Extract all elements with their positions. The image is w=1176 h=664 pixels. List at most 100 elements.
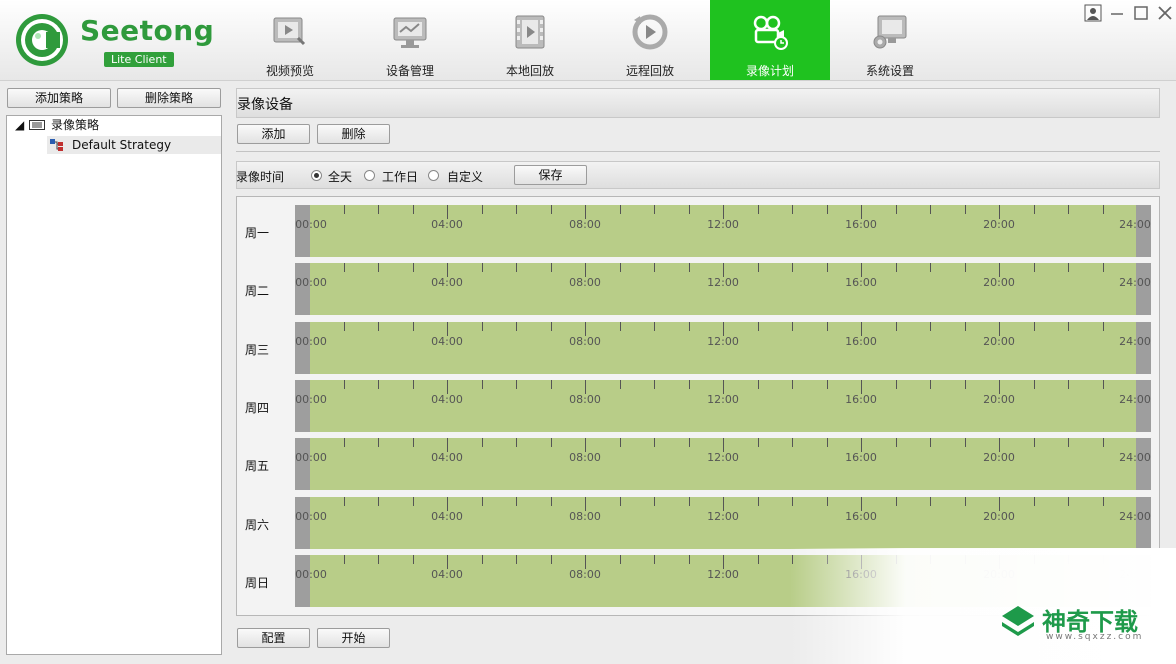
hour-label: 20:00 xyxy=(983,451,1015,464)
user-icon[interactable] xyxy=(1084,4,1102,22)
hour-label: 16:00 xyxy=(845,335,877,348)
tree-selected-row[interactable]: Default Strategy xyxy=(47,136,221,154)
tab-label: 设备管理 xyxy=(385,64,434,78)
radio-custom[interactable] xyxy=(428,170,439,181)
tree-expander[interactable]: ◢ xyxy=(15,116,24,134)
hour-tick xyxy=(585,205,586,219)
hour-tick xyxy=(516,497,517,506)
add-device-button[interactable]: 添加 xyxy=(237,124,310,144)
day-timeline-bar[interactable]: 00:00 04:00 08:00 12:00 16:00 20:00 24:00 xyxy=(295,205,1151,257)
record-plan-icon xyxy=(753,15,788,50)
hour-tick xyxy=(620,438,621,447)
hour-tick xyxy=(482,263,483,272)
hour-label: 20:00 xyxy=(983,510,1015,523)
hour-label: 16:00 xyxy=(845,393,877,406)
device-section-header: 录像设备 xyxy=(236,88,1160,118)
hour-tick xyxy=(482,380,483,389)
minimize-icon[interactable] xyxy=(1108,4,1126,22)
hour-tick xyxy=(723,497,724,511)
add-strategy-button[interactable]: 添加策略 xyxy=(7,88,111,108)
radio-workday[interactable] xyxy=(364,170,375,181)
hour-tick xyxy=(516,322,517,331)
watermark-url: www.sqxzz.com xyxy=(1046,632,1144,642)
app-logo: Seetong Lite Client xyxy=(14,12,214,72)
tab-label: 录像计划 xyxy=(745,64,794,78)
hour-tick xyxy=(861,438,862,452)
hour-tick xyxy=(689,380,690,389)
watermark-logo-icon xyxy=(1002,606,1034,636)
hour-tick xyxy=(413,205,414,214)
radio-workday-label[interactable]: 工作日 xyxy=(382,168,418,185)
hour-tick xyxy=(689,438,690,447)
hour-label: 00:00 xyxy=(295,335,327,348)
hour-tick xyxy=(999,380,1000,394)
divider xyxy=(236,151,1160,152)
hour-label: 24:00 xyxy=(1119,510,1151,523)
hour-label: 12:00 xyxy=(707,393,739,406)
tab-record-plan[interactable]: 录像计划 xyxy=(710,0,830,80)
hour-tick xyxy=(551,322,552,331)
hour-tick xyxy=(1103,438,1104,447)
tab-local-playback[interactable]: 本地回放 xyxy=(470,0,590,80)
hour-tick xyxy=(1068,497,1069,506)
tab-remote-playback[interactable]: 远程回放 xyxy=(590,0,710,80)
hour-tick xyxy=(999,438,1000,452)
hour-tick xyxy=(930,322,931,331)
hour-tick xyxy=(516,380,517,389)
hour-tick xyxy=(344,322,345,331)
tab-video-preview[interactable]: 视频预览 xyxy=(230,0,350,80)
close-icon[interactable] xyxy=(1156,4,1174,22)
config-button[interactable]: 配置 xyxy=(237,628,310,648)
hour-label: 00:00 xyxy=(295,393,327,406)
tab-device-manage[interactable]: 设备管理 xyxy=(350,0,470,80)
hour-tick xyxy=(413,380,414,389)
hour-tick xyxy=(1103,205,1104,214)
hour-label: 08:00 xyxy=(569,568,601,581)
hour-tick xyxy=(551,497,552,506)
radio-all-day[interactable] xyxy=(311,170,322,181)
day-timeline-bar[interactable]: 00:00 04:00 08:00 12:00 16:00 20:00 24:00 xyxy=(295,263,1151,315)
tab-settings[interactable]: 系统设置 xyxy=(830,0,950,80)
save-button[interactable]: 保存 xyxy=(514,165,587,185)
start-button[interactable]: 开始 xyxy=(317,628,390,648)
day-timeline-bar[interactable]: 00:00 04:00 08:00 12:00 16:00 20:00 24:00 xyxy=(295,438,1151,490)
hour-tick xyxy=(758,322,759,331)
hour-tick xyxy=(378,380,379,389)
timeline-edge-right xyxy=(1136,322,1151,374)
hour-tick xyxy=(344,438,345,447)
hour-tick xyxy=(1034,263,1035,272)
hour-tick xyxy=(447,263,448,277)
day-label: 周五 xyxy=(245,459,270,473)
hour-tick xyxy=(654,322,655,331)
delete-strategy-button[interactable]: 删除策略 xyxy=(117,88,221,108)
hour-tick xyxy=(482,438,483,447)
hour-tick xyxy=(930,438,931,447)
hour-tick xyxy=(378,322,379,331)
radio-custom-label[interactable]: 自定义 xyxy=(447,168,483,185)
hour-tick xyxy=(585,497,586,511)
hour-tick xyxy=(861,380,862,394)
hour-label: 04:00 xyxy=(431,568,463,581)
hour-label: 08:00 xyxy=(569,218,601,231)
delete-device-button[interactable]: 删除 xyxy=(317,124,390,144)
day-timeline-bar[interactable]: 00:00 04:00 08:00 12:00 16:00 20:00 24:00 xyxy=(295,322,1151,374)
seetong-logo-icon xyxy=(16,14,68,66)
hour-tick xyxy=(551,555,552,564)
hour-tick xyxy=(792,438,793,447)
radio-all-day-label[interactable]: 全天 xyxy=(328,168,352,185)
hour-tick xyxy=(620,380,621,389)
hour-tick xyxy=(482,205,483,214)
tree-root-label[interactable]: 录像策略 xyxy=(51,116,99,134)
hour-tick xyxy=(482,497,483,506)
hour-tick xyxy=(896,263,897,272)
day-timeline-bar[interactable]: 00:00 04:00 08:00 12:00 16:00 20:00 24:00 xyxy=(295,380,1151,432)
day-timeline-bar[interactable]: 00:00 04:00 08:00 12:00 16:00 20:00 24:00 xyxy=(295,497,1151,549)
hour-label: 24:00 xyxy=(1119,393,1151,406)
hour-tick xyxy=(516,555,517,564)
hour-tick xyxy=(620,555,621,564)
hour-tick xyxy=(792,380,793,389)
maximize-icon[interactable] xyxy=(1132,4,1150,22)
hour-tick xyxy=(896,322,897,331)
timeline-edge-right xyxy=(1136,263,1151,315)
hour-tick xyxy=(723,380,724,394)
